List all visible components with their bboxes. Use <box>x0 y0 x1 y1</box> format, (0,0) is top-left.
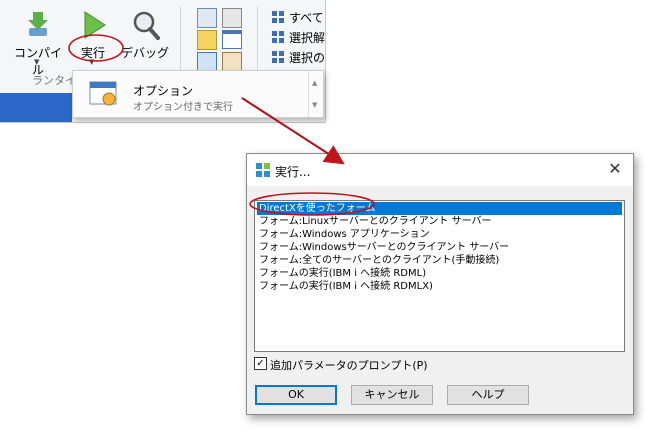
run-icon <box>84 11 106 39</box>
deselect-label: 選択解 <box>289 31 326 45</box>
selection-item[interactable]: 選択の <box>272 49 325 67</box>
scroll-up-icon[interactable]: ▲ <box>312 79 317 87</box>
workspace-strip <box>0 93 72 122</box>
select-all-item[interactable]: すべて <box>272 9 324 27</box>
list-item[interactable]: DirectXを使ったフォーム <box>257 202 622 215</box>
run-options-dropdown[interactable]: オプション オプション付きで実行 ▲ ▼ <box>72 70 324 118</box>
list-item[interactable]: フォーム:Windows アプリケーション <box>257 228 622 241</box>
debug-label: デバッグ <box>120 46 169 60</box>
help-button[interactable]: ヘルプ <box>447 385 529 405</box>
list-item[interactable]: フォームの実行(IBM i へ接続 RDML) <box>257 267 622 280</box>
option-item-icon <box>89 81 117 106</box>
list-item[interactable]: フォーム:Windowsサーバーとのクライアント サーバー <box>257 241 622 254</box>
ok-button[interactable]: OK <box>255 385 337 405</box>
compile-icon <box>28 12 48 36</box>
option-item-description: オプション付きで実行 <box>133 102 233 113</box>
debug-button[interactable]: デバッグ <box>117 6 173 66</box>
dropdown-scrollbar[interactable]: ▲ ▼ <box>308 71 323 117</box>
window-icon[interactable] <box>222 30 242 49</box>
ribbon-group-label: ランタイ <box>32 74 76 87</box>
run-dialog: 実行... ✕ DirectXを使ったフォーム フォーム:Linuxサーバーとの… <box>246 153 634 415</box>
selection-label: 選択の <box>289 51 326 65</box>
compile-button[interactable]: コンパイル ▼ <box>10 6 66 77</box>
pencil-icon[interactable] <box>222 52 242 72</box>
grid-icon <box>272 11 284 23</box>
cancel-button[interactable]: キャンセル <box>351 385 433 405</box>
scroll-down-icon[interactable]: ▼ <box>312 101 317 109</box>
compile-dropdown-arrow-icon[interactable]: ▼ <box>34 58 39 66</box>
star-icon[interactable] <box>197 30 217 50</box>
form-listbox[interactable]: DirectXを使ったフォーム フォーム:Linuxサーバーとのクライアント サ… <box>254 200 625 352</box>
debug-icon <box>133 11 160 40</box>
prompt-params-checkbox[interactable]: ✓ <box>254 357 267 370</box>
prompt-params-label[interactable]: 追加パラメータのプロンプト(P) <box>270 357 428 373</box>
list-item[interactable]: フォーム:全てのサーバーとのクライアント(手動接続) <box>257 254 622 267</box>
deselect-item[interactable]: 選択解 <box>272 29 325 47</box>
grid-icon <box>272 51 284 63</box>
list-item[interactable]: フォーム:Linuxサーバーとのクライアント サーバー <box>257 215 622 228</box>
option-item-title[interactable]: オプション <box>133 82 193 99</box>
dialog-titlebar[interactable]: 実行... ✕ <box>247 154 633 186</box>
list-item[interactable]: フォームの実行(IBM i へ接続 RDMLX) <box>257 280 622 293</box>
run-dropdown-arrow-icon[interactable]: ▼ <box>89 58 94 66</box>
select-all-label: すべて <box>289 11 324 25</box>
mail-icon[interactable] <box>197 8 217 28</box>
settings-icon[interactable] <box>197 52 217 72</box>
tools-icon[interactable] <box>222 8 242 28</box>
dialog-title: 実行... <box>275 165 311 179</box>
grid-icon <box>272 31 284 43</box>
dialog-app-icon <box>256 163 270 177</box>
run-button[interactable]: 実行 ▼ <box>65 6 121 66</box>
close-icon[interactable]: ✕ <box>605 159 625 179</box>
